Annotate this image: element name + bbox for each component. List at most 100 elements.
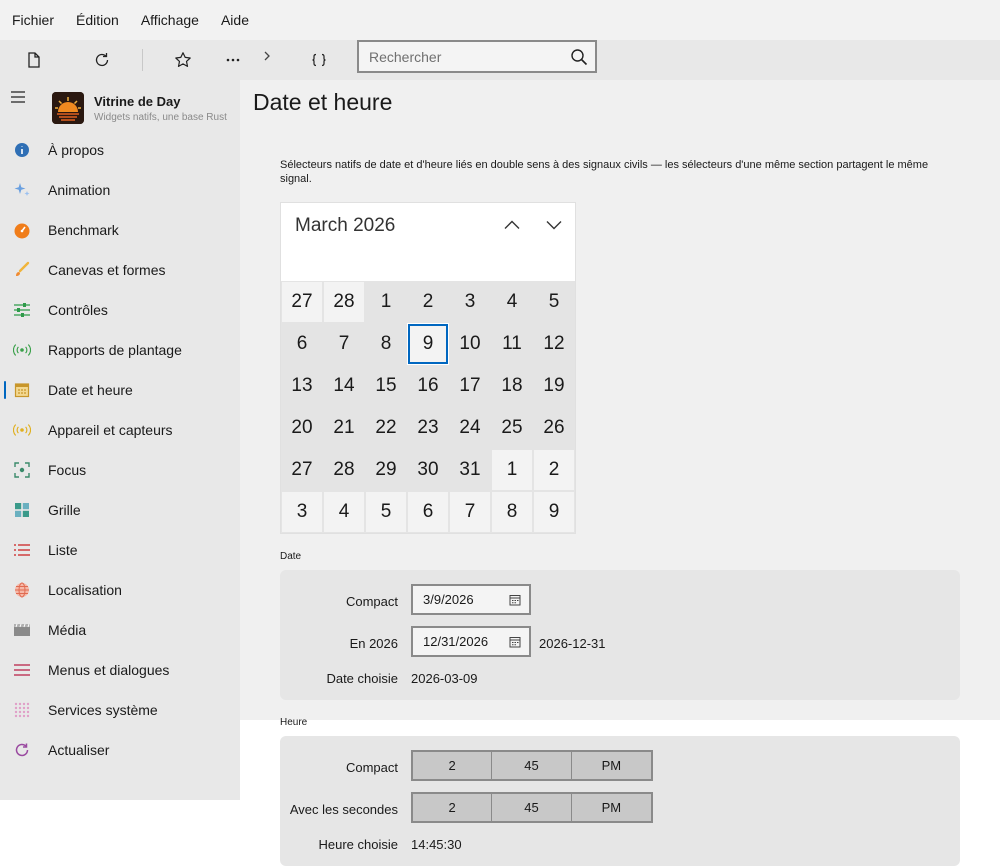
refresh-icon[interactable] <box>90 48 114 72</box>
calendar-day[interactable]: 11 <box>491 323 533 365</box>
calendar-day[interactable]: 31 <box>449 449 491 491</box>
sidebar-item-controles[interactable]: Contrôles <box>0 290 240 330</box>
more-icon[interactable] <box>221 48 245 72</box>
sidebar-item-liste[interactable]: Liste <box>0 530 240 570</box>
calendar-day[interactable]: 16 <box>407 365 449 407</box>
calendar-day[interactable]: 8 <box>365 323 407 365</box>
calendar-day[interactable]: 8 <box>491 491 533 533</box>
calendar-day[interactable]: 27 <box>281 449 323 491</box>
minute-segment[interactable]: 45 <box>492 794 572 821</box>
compact-date-picker[interactable]: 3/9/2026 <box>411 584 531 615</box>
period-segment[interactable]: PM <box>572 794 651 821</box>
calendar-day[interactable]: 2 <box>533 449 575 491</box>
sparkle-icon <box>13 181 31 199</box>
sidebar-item-label: Actualiser <box>48 742 110 758</box>
star-icon[interactable] <box>171 48 195 72</box>
calendar-day[interactable]: 9 <box>408 324 448 364</box>
menu-edition[interactable]: Édition <box>68 12 127 28</box>
calendar-day[interactable]: 24 <box>449 407 491 449</box>
calendar-day[interactable]: 3 <box>449 281 491 323</box>
calendar-day[interactable]: 12 <box>533 323 575 365</box>
calendar-day[interactable]: 23 <box>407 407 449 449</box>
sidebar-item-localisation[interactable]: Localisation <box>0 570 240 610</box>
calendar-day[interactable]: 29 <box>365 449 407 491</box>
calendar-day[interactable]: 13 <box>281 365 323 407</box>
calendar-day[interactable]: 25 <box>491 407 533 449</box>
calendar-view: March 2026 27 28 1 2 3 4 5 6 7 8 9 10 11 12 13 14 15 16 17… <box>280 202 576 534</box>
year-date-picker[interactable]: 12/31/2026 <box>411 626 531 657</box>
calendar-day[interactable]: 5 <box>365 491 407 533</box>
sidebar-item-services[interactable]: Services système <box>0 690 240 730</box>
sidebar-item-appareil[interactable]: Appareil et capteurs <box>0 410 240 450</box>
sidebar-item-a-propos[interactable]: À propos <box>0 130 240 170</box>
sidebar-item-label: Benchmark <box>48 222 119 238</box>
calendar-day[interactable]: 6 <box>281 323 323 365</box>
calendar-day[interactable]: 9 <box>533 491 575 533</box>
calendar-day[interactable]: 22 <box>365 407 407 449</box>
sidebar-item-date-heure[interactable]: Date et heure <box>0 370 240 410</box>
calendar-day[interactable]: 15 <box>365 365 407 407</box>
calendar-day[interactable]: 4 <box>323 491 365 533</box>
period-segment[interactable]: PM <box>572 752 651 779</box>
calendar-day[interactable]: 28 <box>323 449 365 491</box>
calendar-day[interactable]: 1 <box>491 449 533 491</box>
calendar-day[interactable]: 26 <box>533 407 575 449</box>
sidebar-item-menus[interactable]: Menus et dialogues <box>0 650 240 690</box>
menu-icon <box>13 661 31 679</box>
calendar-day[interactable]: 6 <box>407 491 449 533</box>
search-icon[interactable] <box>563 48 595 66</box>
calendar-icon[interactable] <box>509 636 521 648</box>
calendar-month-label[interactable]: March 2026 <box>295 215 395 237</box>
sidebar-item-actualiser[interactable]: Actualiser <box>0 730 240 770</box>
compact-time-picker[interactable]: 2 45 PM <box>411 750 653 781</box>
new-file-icon[interactable] <box>22 48 46 72</box>
toolbar <box>0 40 1000 80</box>
menu-fichier[interactable]: Fichier <box>4 12 62 28</box>
calendar-day[interactable]: 7 <box>323 323 365 365</box>
calendar-day[interactable]: 30 <box>407 449 449 491</box>
calendar-day[interactable]: 21 <box>323 407 365 449</box>
sidebar-item-animation[interactable]: Animation <box>0 170 240 210</box>
chosen-date-value: 2026-03-09 <box>411 671 478 686</box>
sidebar-item-canevas[interactable]: Canevas et formes <box>0 250 240 290</box>
calendar-day[interactable]: 7 <box>449 491 491 533</box>
hamburger-icon[interactable] <box>10 90 30 110</box>
calendar-day[interactable]: 3 <box>281 491 323 533</box>
chevron-up-icon[interactable] <box>500 215 524 235</box>
menu-aide[interactable]: Aide <box>213 12 257 28</box>
search-box[interactable] <box>357 40 597 73</box>
sidebar-item-grille[interactable]: Grille <box>0 490 240 530</box>
calendar-day[interactable]: 19 <box>533 365 575 407</box>
sidebar-item-media[interactable]: Média <box>0 610 240 650</box>
calendar-day[interactable]: 17 <box>449 365 491 407</box>
seconds-time-picker[interactable]: 2 45 PM <box>411 792 653 823</box>
compact-time-label: Compact <box>345 760 398 775</box>
calendar-day[interactable]: 18 <box>491 365 533 407</box>
hour-segment[interactable]: 2 <box>413 794 493 821</box>
braces-icon[interactable] <box>307 48 331 72</box>
calendar-day[interactable]: 4 <box>491 281 533 323</box>
sidebar-item-label: Contrôles <box>48 302 108 318</box>
calendar-day[interactable]: 14 <box>323 365 365 407</box>
calendar-day[interactable]: 28 <box>323 281 365 323</box>
sidebar-item-focus[interactable]: Focus <box>0 450 240 490</box>
calendar-day[interactable]: 10 <box>449 323 491 365</box>
minute-segment[interactable]: 45 <box>492 752 572 779</box>
calendar-icon[interactable] <box>509 594 521 606</box>
sidebar-item-rapports[interactable]: Rapports de plantage <box>0 330 240 370</box>
calendar-day[interactable]: 5 <box>533 281 575 323</box>
calendar-day[interactable]: 2 <box>407 281 449 323</box>
chosen-time-label: Heure choisie <box>318 837 399 852</box>
calendar-day[interactable]: 20 <box>281 407 323 449</box>
sidebar-item-benchmark[interactable]: Benchmark <box>0 210 240 250</box>
sidebar-item-label: Services système <box>48 702 158 718</box>
chevron-right-icon[interactable] <box>255 44 279 68</box>
chevron-down-icon[interactable] <box>542 215 566 235</box>
sidebar-item-label: Appareil et capteurs <box>48 422 173 438</box>
calendar-day[interactable]: 27 <box>281 281 323 323</box>
search-input[interactable] <box>359 42 563 71</box>
calendar-day[interactable]: 1 <box>365 281 407 323</box>
year-date-value: 12/31/2026 <box>423 634 489 649</box>
menu-affichage[interactable]: Affichage <box>133 12 207 28</box>
hour-segment[interactable]: 2 <box>413 752 493 779</box>
